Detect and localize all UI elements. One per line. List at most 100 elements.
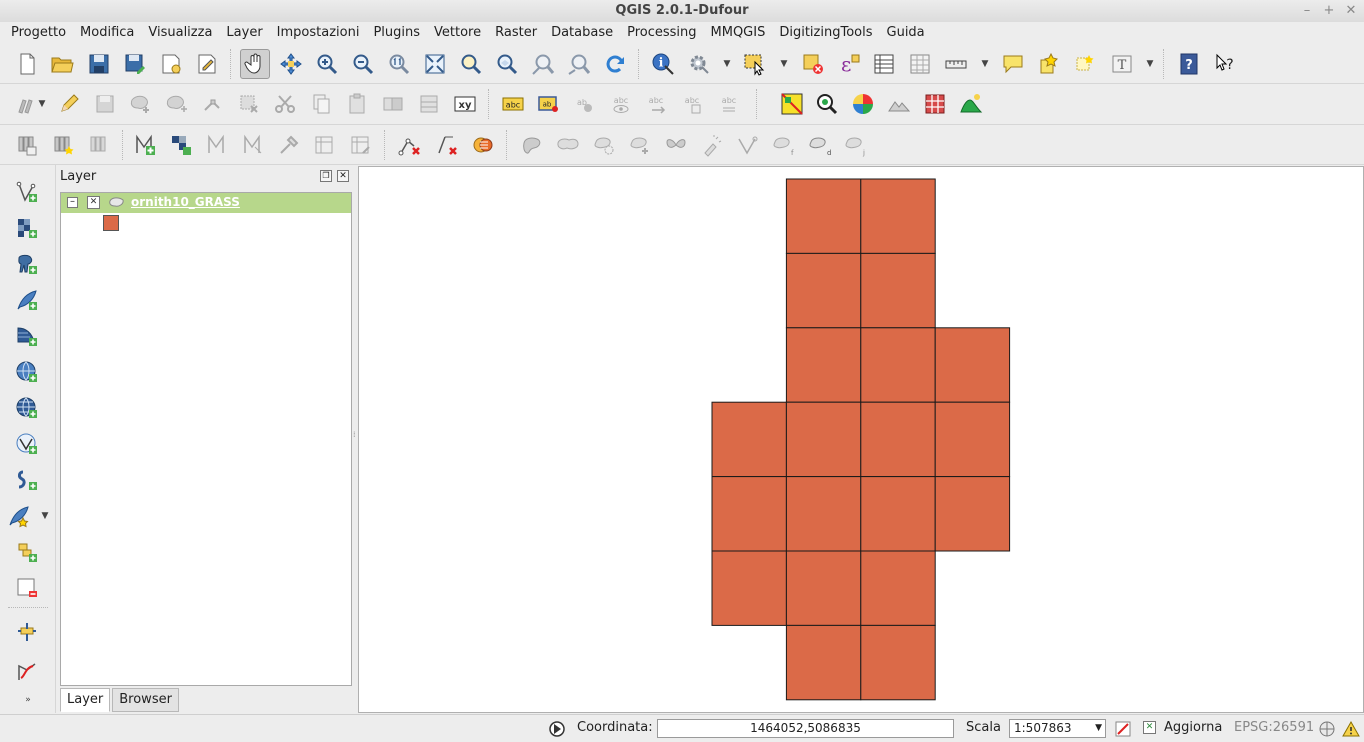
add-wfs-layer-button[interactable]: [12, 429, 42, 459]
raster-profile-button[interactable]: [956, 89, 986, 119]
select-dropdown-arrow[interactable]: ▼: [779, 49, 789, 79]
gps-tools-button[interactable]: [12, 617, 42, 647]
digitize-flip-button[interactable]: [553, 130, 583, 160]
rotate-label-button[interactable]: abc: [642, 89, 672, 119]
select-by-expression-button[interactable]: ε: [834, 49, 864, 79]
menu-vettore[interactable]: Vettore: [427, 22, 488, 44]
projection-globe-icon[interactable]: [1318, 720, 1336, 738]
select-features-button[interactable]: [740, 49, 770, 79]
zoom-last-button[interactable]: [528, 49, 558, 79]
run-feature-action-button[interactable]: [684, 49, 714, 79]
zoom-out-button[interactable]: [348, 49, 378, 79]
deselect-features-button[interactable]: [798, 49, 828, 79]
new-bookmark-button[interactable]: [1034, 49, 1064, 79]
digitize-curve-button[interactable]: [12, 657, 42, 687]
panel-splitter-handle[interactable]: ⁞: [353, 430, 356, 439]
digitize-split-button[interactable]: [517, 130, 547, 160]
save-as-button[interactable]: [120, 49, 150, 79]
split-features-button[interactable]: [238, 130, 268, 160]
merge-attributes-button[interactable]: [414, 89, 444, 119]
digitize-fill-button[interactable]: [589, 130, 619, 160]
composer-manager-button[interactable]: [192, 49, 222, 79]
identify-features-button[interactable]: i: [648, 49, 678, 79]
grid-cell-feature[interactable]: [785, 178, 862, 254]
save-project-button[interactable]: [84, 49, 114, 79]
digitize-cut-button[interactable]: [625, 130, 655, 160]
grid-cell-feature[interactable]: [785, 401, 862, 478]
add-ring-button[interactable]: [48, 130, 78, 160]
add-wcs-layer-button[interactable]: [12, 393, 42, 423]
toggle-editing-button[interactable]: [54, 89, 84, 119]
grid-cell-feature[interactable]: [934, 327, 1011, 403]
rotate-point-symbols-button[interactable]: [346, 130, 376, 160]
field-calculator-button[interactable]: [905, 49, 935, 79]
measure-dropdown-arrow[interactable]: ▼: [980, 49, 990, 79]
close-button[interactable]: ✕: [1342, 0, 1360, 22]
grid-cell-feature[interactable]: [860, 550, 936, 626]
whats-this-button[interactable]: ?: [1210, 49, 1240, 79]
pin-labels-button[interactable]: ab: [534, 89, 564, 119]
crs-label[interactable]: EPSG:26591: [1234, 720, 1314, 735]
simplify-features-button[interactable]: [202, 130, 232, 160]
merge-tool-button[interactable]: [468, 130, 498, 160]
add-layer-group-button[interactable]: [12, 537, 42, 567]
add-feature-button[interactable]: [126, 89, 156, 119]
delete-segment-button[interactable]: [432, 130, 462, 160]
open-attribute-table-button[interactable]: [869, 49, 899, 79]
save-layer-edits-button[interactable]: [90, 89, 120, 119]
scale-dropdown-arrow[interactable]: ▼: [1095, 720, 1102, 737]
zoom-full-button[interactable]: [420, 49, 450, 79]
raster-local-stretch-button[interactable]: [777, 89, 807, 119]
zoom-to-layer-button[interactable]: [492, 49, 522, 79]
map-canvas[interactable]: [358, 166, 1364, 713]
copy-features-button[interactable]: [306, 89, 336, 119]
hillshade-button[interactable]: [884, 89, 914, 119]
delete-selected-button[interactable]: [234, 89, 264, 119]
node-tool-button[interactable]: [198, 89, 228, 119]
grid-cell-feature[interactable]: [860, 327, 936, 403]
grid-cell-feature[interactable]: [860, 252, 936, 329]
grid-cell-feature[interactable]: [934, 401, 1011, 478]
new-print-composer-button[interactable]: [156, 49, 186, 79]
grid-cell-feature[interactable]: [711, 401, 787, 478]
show-hide-labels-button[interactable]: ab: [570, 89, 600, 119]
show-bookmarks-button[interactable]: [1070, 49, 1100, 79]
pan-to-selection-button[interactable]: [276, 49, 306, 79]
grid-cell-feature[interactable]: [785, 550, 862, 626]
label-properties-button[interactable]: abc: [714, 89, 744, 119]
reshape-features-button[interactable]: [130, 130, 160, 160]
new-project-button[interactable]: [12, 49, 42, 79]
map-tips-button[interactable]: [998, 49, 1028, 79]
layer-labeling-button[interactable]: abc: [498, 89, 528, 119]
digitize-difference-button[interactable]: d: [805, 130, 835, 160]
coordinate-field[interactable]: 1464052,5086835: [657, 719, 954, 738]
merge-features-button[interactable]: [378, 89, 408, 119]
paste-features-button[interactable]: [342, 89, 372, 119]
menu-processing[interactable]: Processing: [620, 22, 703, 44]
collapse-toggle[interactable]: –: [67, 197, 78, 208]
add-vector-layer-button[interactable]: [12, 177, 42, 207]
grid-cell-feature[interactable]: [785, 252, 862, 329]
digitize-merge-button[interactable]: [661, 130, 691, 160]
raster-zoom-button[interactable]: [812, 89, 842, 119]
menu-raster[interactable]: Raster: [488, 22, 544, 44]
zoom-actual-size-button[interactable]: [384, 49, 414, 79]
minimize-button[interactable]: –: [1298, 0, 1316, 22]
pan-map-button[interactable]: [240, 49, 270, 79]
measure-line-button[interactable]: [941, 49, 971, 79]
color-wheel-button[interactable]: [848, 89, 878, 119]
open-project-button[interactable]: [47, 49, 77, 79]
menu-impostazioni[interactable]: Impostazioni: [270, 22, 367, 44]
menu-modifica[interactable]: Modifica: [73, 22, 141, 44]
grid-cell-feature[interactable]: [711, 476, 787, 552]
zoom-to-selection-button[interactable]: [456, 49, 486, 79]
coordinate-toggle-icon[interactable]: [548, 720, 566, 738]
delete-vertex-button[interactable]: [395, 130, 425, 160]
zoom-in-button[interactable]: [312, 49, 342, 79]
menu-digitizingtools[interactable]: DigitizingTools: [772, 22, 879, 44]
raster-grid-button[interactable]: [920, 89, 950, 119]
add-wms-layer-button[interactable]: [12, 357, 42, 387]
menu-mmqgis[interactable]: MMQGIS: [704, 22, 773, 44]
manage-labels-button[interactable]: xy: [450, 89, 480, 119]
layer-name[interactable]: ornith10_GRASS: [131, 195, 240, 209]
